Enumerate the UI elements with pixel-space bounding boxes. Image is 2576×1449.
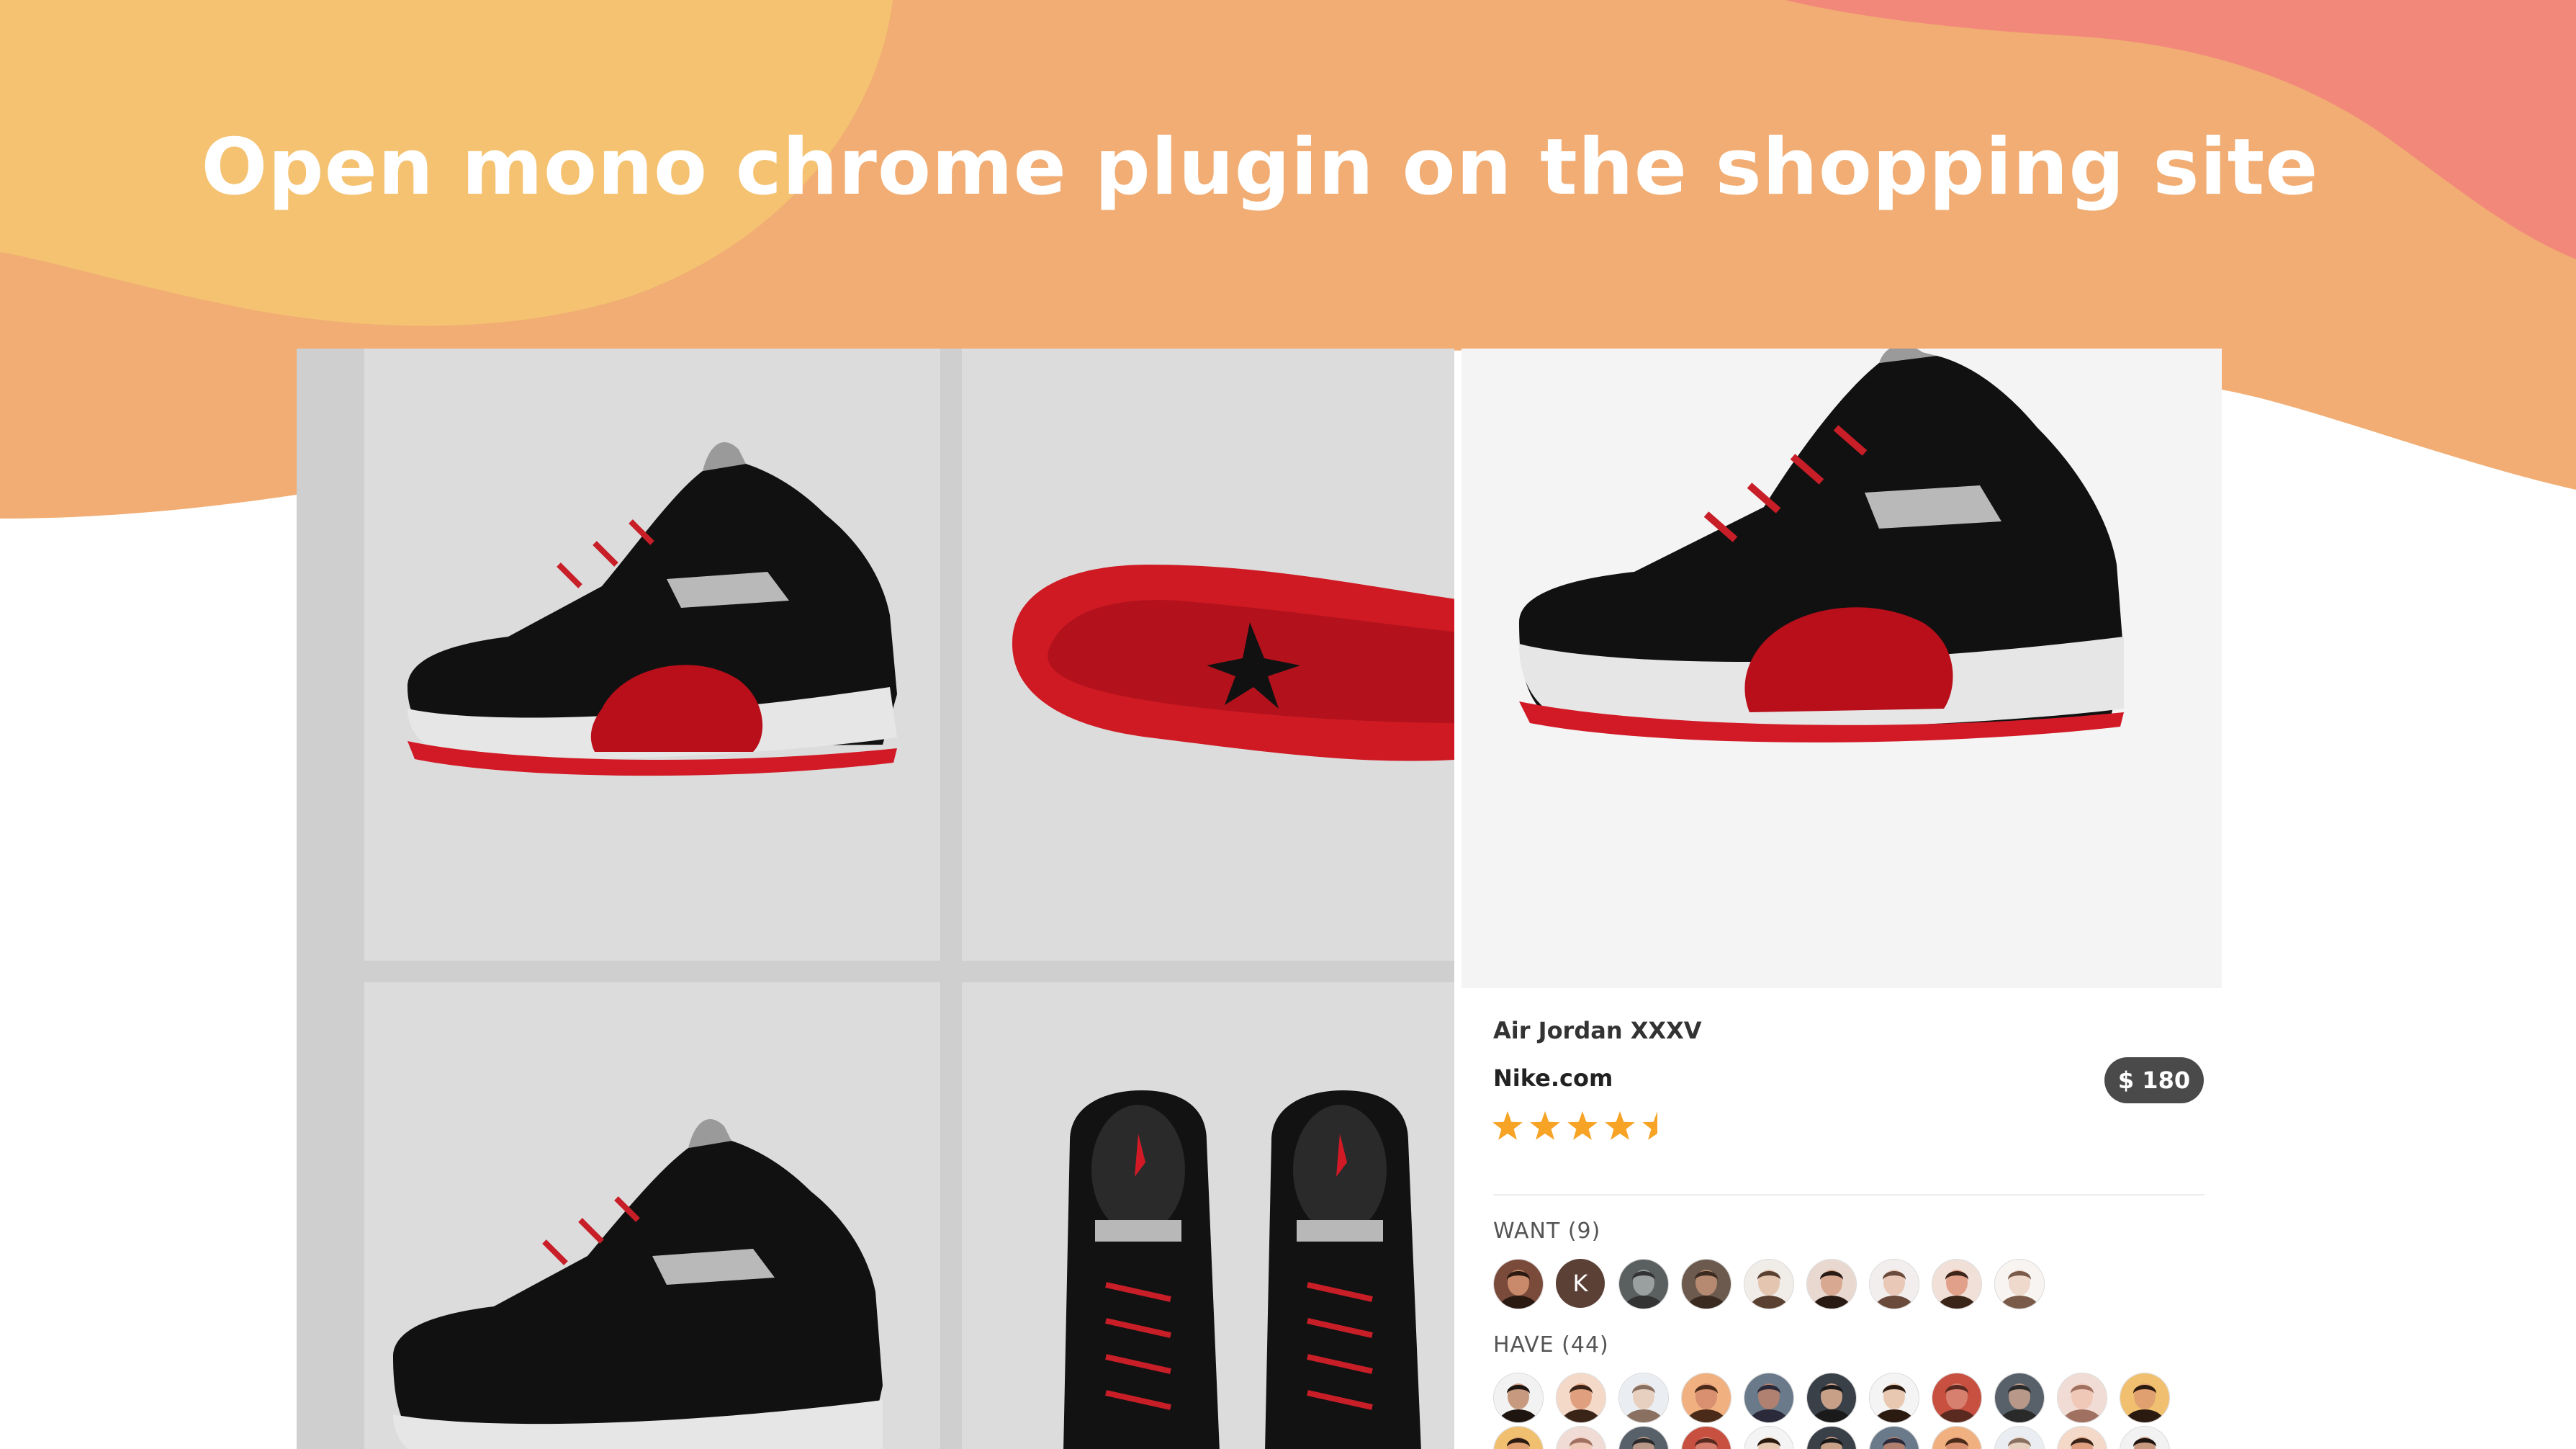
avatar[interactable] — [1681, 1259, 1731, 1309]
avatar[interactable] — [1618, 1426, 1669, 1449]
price-badge: $ 180 — [2104, 1057, 2204, 1103]
rating-stars — [1492, 1109, 1672, 1148]
product-image-side-2[interactable] — [364, 982, 940, 1449]
shopping-site-gallery — [297, 349, 1454, 1449]
avatar[interactable] — [1806, 1259, 1857, 1309]
avatar[interactable] — [2120, 1373, 2170, 1423]
avatar[interactable] — [1493, 1259, 1544, 1309]
avatar[interactable] — [1869, 1426, 1919, 1449]
avatar[interactable] — [1994, 1426, 2045, 1449]
star-icon — [1642, 1111, 1672, 1140]
avatar[interactable] — [1806, 1426, 1857, 1449]
avatar[interactable] — [1932, 1373, 1982, 1423]
sneaker-side-image — [407, 442, 897, 776]
avatar[interactable] — [1932, 1259, 1982, 1309]
avatar[interactable] — [1493, 1373, 1544, 1423]
divider — [1493, 1194, 2205, 1195]
want-label: WANT (9) — [1493, 1219, 1601, 1244]
product-image-side[interactable] — [364, 349, 940, 961]
avatar[interactable] — [1556, 1373, 1606, 1423]
avatar[interactable] — [2057, 1373, 2107, 1423]
avatar[interactable] — [1681, 1373, 1731, 1423]
avatar[interactable] — [1869, 1373, 1919, 1423]
product-image-top[interactable] — [962, 982, 1454, 1449]
avatar[interactable] — [1869, 1259, 1919, 1309]
product-name: Air Jordan XXXV — [1493, 1017, 1702, 1044]
product-store: Nike.com — [1493, 1064, 1613, 1092]
plugin-panel: Air Jordan XXXV Nike.com $ 180 WANT (9) … — [1462, 349, 2222, 1449]
star-icon — [1492, 1111, 1523, 1140]
avatar[interactable] — [1618, 1373, 1669, 1423]
avatar[interactable] — [1556, 1426, 1606, 1449]
avatar[interactable]: K — [1556, 1259, 1605, 1308]
have-label: HAVE (44) — [1493, 1332, 1609, 1358]
product-hero-image — [1462, 349, 2222, 988]
avatar[interactable] — [1994, 1373, 2045, 1423]
avatar[interactable] — [1932, 1426, 1982, 1449]
sneaker-hero-image — [1519, 349, 2124, 743]
avatar[interactable] — [1493, 1426, 1544, 1449]
headline: Open mono chrome plugin on the shopping … — [201, 122, 2319, 212]
avatar[interactable] — [1618, 1259, 1669, 1309]
avatar[interactable] — [2120, 1426, 2170, 1449]
avatar[interactable] — [1994, 1259, 2045, 1309]
product-image-sole[interactable] — [962, 349, 1454, 961]
avatar[interactable] — [2057, 1426, 2107, 1449]
sneaker-top-image — [1063, 1090, 1421, 1449]
star-icon — [1605, 1111, 1635, 1140]
avatar[interactable] — [1744, 1426, 1794, 1449]
avatar[interactable] — [1744, 1373, 1794, 1423]
star-icon — [1567, 1111, 1598, 1140]
star-icon — [1530, 1111, 1560, 1140]
avatar[interactable] — [1744, 1259, 1794, 1309]
sneaker-sole-image — [1012, 565, 1454, 761]
avatar[interactable] — [1681, 1426, 1731, 1449]
sneaker-side-image-2 — [393, 1119, 883, 1449]
avatar[interactable] — [1806, 1373, 1857, 1423]
